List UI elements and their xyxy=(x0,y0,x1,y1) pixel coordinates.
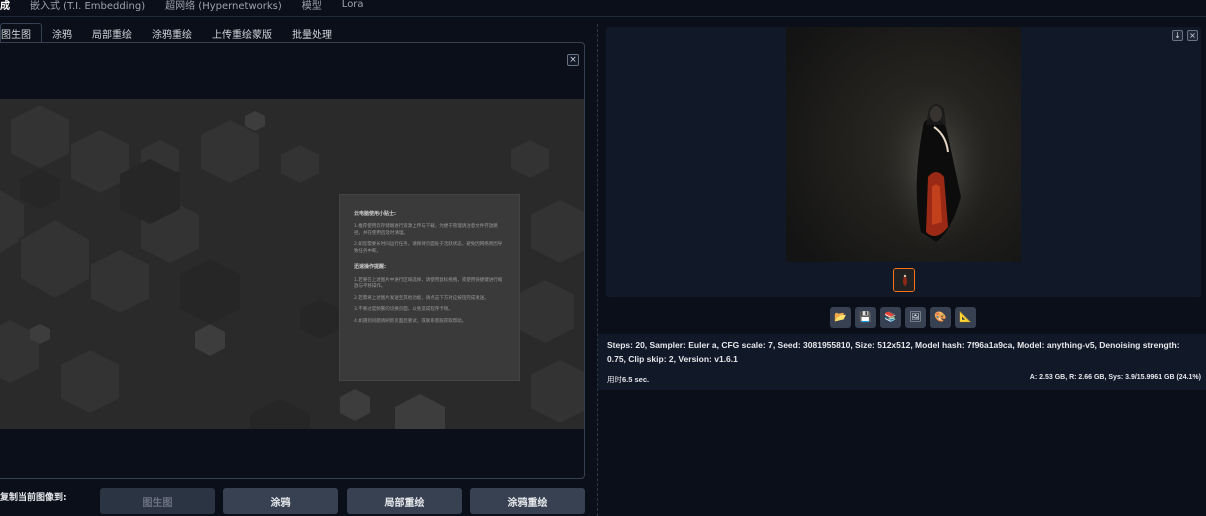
thumbnail-image xyxy=(894,269,914,291)
elapsed-time-label: 用时 xyxy=(607,375,622,384)
send-to-extras-icon[interactable]: 📐 xyxy=(955,307,976,328)
tab-inpaint-upload[interactable]: 上传重绘蒙版 xyxy=(202,23,282,43)
send-to-inpaint-button[interactable]: 局部重绘 xyxy=(347,488,462,514)
tab-inpaint[interactable]: 局部重绘 xyxy=(82,23,142,43)
tab-lora[interactable]: Lora xyxy=(342,0,364,10)
image-toolbar: 📂 💾 📚 🖼 🎨 📐 xyxy=(830,307,976,328)
gallery-thumbnail[interactable] xyxy=(893,268,915,292)
tips-paragraph: 4.如遇到问题请刷新页面后重试，或联系客服获取帮助。 xyxy=(354,318,467,324)
tips-heading-quick: 迅速操作提醒: xyxy=(354,264,387,271)
send-to-inpaint-icon[interactable]: 🎨 xyxy=(930,307,951,328)
tips-paragraph: 1.推荐使用云存储端进行资源上传与下载，为便于管理请注意文件存放路径，并在使用后… xyxy=(354,224,498,236)
extension-tabs: 成 嵌入式 (T.I. Embedding) 超网络 (Hypernetwork… xyxy=(0,0,600,16)
tips-paragraph: 2.如您需要长时间运行任务，请保持页面处于活跃状态，避免因网络原因导致任务中断。 xyxy=(354,242,503,254)
tab-models[interactable]: 模型 xyxy=(302,0,322,12)
usage-tips-overlay: 云电脑使用小贴士: 1.推荐使用云存储端进行资源上传与下载，为便于管理请注意文件… xyxy=(339,194,520,381)
elapsed-time: 用时6.5 sec. xyxy=(607,374,649,385)
tab-hypernetworks[interactable]: 超网络 (Hypernetworks) xyxy=(165,0,282,12)
copy-image-to-label: 复制当前图像到: xyxy=(0,493,67,503)
send-to-img2img-icon[interactable]: 🖼 xyxy=(905,307,926,328)
tab-divider-line xyxy=(0,16,1206,17)
tab-img2img[interactable]: 图生图 xyxy=(0,23,42,43)
column-divider xyxy=(597,24,598,516)
download-icon[interactable]: ↓ xyxy=(1172,30,1183,41)
tips-heading-cloud: 云电脑使用小贴士: xyxy=(354,211,397,217)
elapsed-time-value: 6.5 sec. xyxy=(622,375,650,384)
img2img-mode-tabs: 图生图 涂鸦 局部重绘 涂鸦重绘 上传重绘蒙版 批量处理 xyxy=(0,23,342,43)
save-icon[interactable]: 💾 xyxy=(855,307,876,328)
memory-usage: A: 2.53 GB, R: 2.66 GB, Sys: 3.9/15.9961… xyxy=(1029,374,1201,381)
zip-icon[interactable]: 📚 xyxy=(880,307,901,328)
tab-generate[interactable]: 成 xyxy=(0,0,10,12)
send-to-inpaint-sketch-button[interactable]: 涂鸦重绘 xyxy=(470,488,585,514)
generated-image-art xyxy=(786,27,1021,262)
open-folder-icon[interactable]: 📂 xyxy=(830,307,851,328)
tab-batch[interactable]: 批量处理 xyxy=(282,23,342,43)
generation-parameters: Steps: 20, Sampler: Euler a, CFG scale: … xyxy=(607,340,1180,364)
tab-embedding[interactable]: 嵌入式 (T.I. Embedding) xyxy=(30,0,145,12)
send-to-sketch-button[interactable]: 涂鸦 xyxy=(223,488,338,514)
close-gallery-button[interactable]: × xyxy=(1187,30,1198,41)
generated-image[interactable] xyxy=(786,27,1021,262)
tips-paragraph: 1.若要在上述图片中进行区域选择，请使用鼠标拖拽，或使用快捷键进行缩放与平移操作… xyxy=(354,277,503,290)
clear-image-button[interactable]: × xyxy=(567,54,579,66)
tab-sketch[interactable]: 涂鸦 xyxy=(42,23,82,43)
tab-inpaint-sketch[interactable]: 涂鸦重绘 xyxy=(142,23,202,43)
tips-paragraph: 3.不要过度频繁的切换页面，以免造成程序卡顿。 xyxy=(354,307,453,313)
tips-paragraph: 2.若需将上述图片发送至其他功能，请点击下方对应按钮完成发送。 xyxy=(354,295,489,301)
send-to-img2img-button[interactable]: 图生图 xyxy=(100,488,215,514)
